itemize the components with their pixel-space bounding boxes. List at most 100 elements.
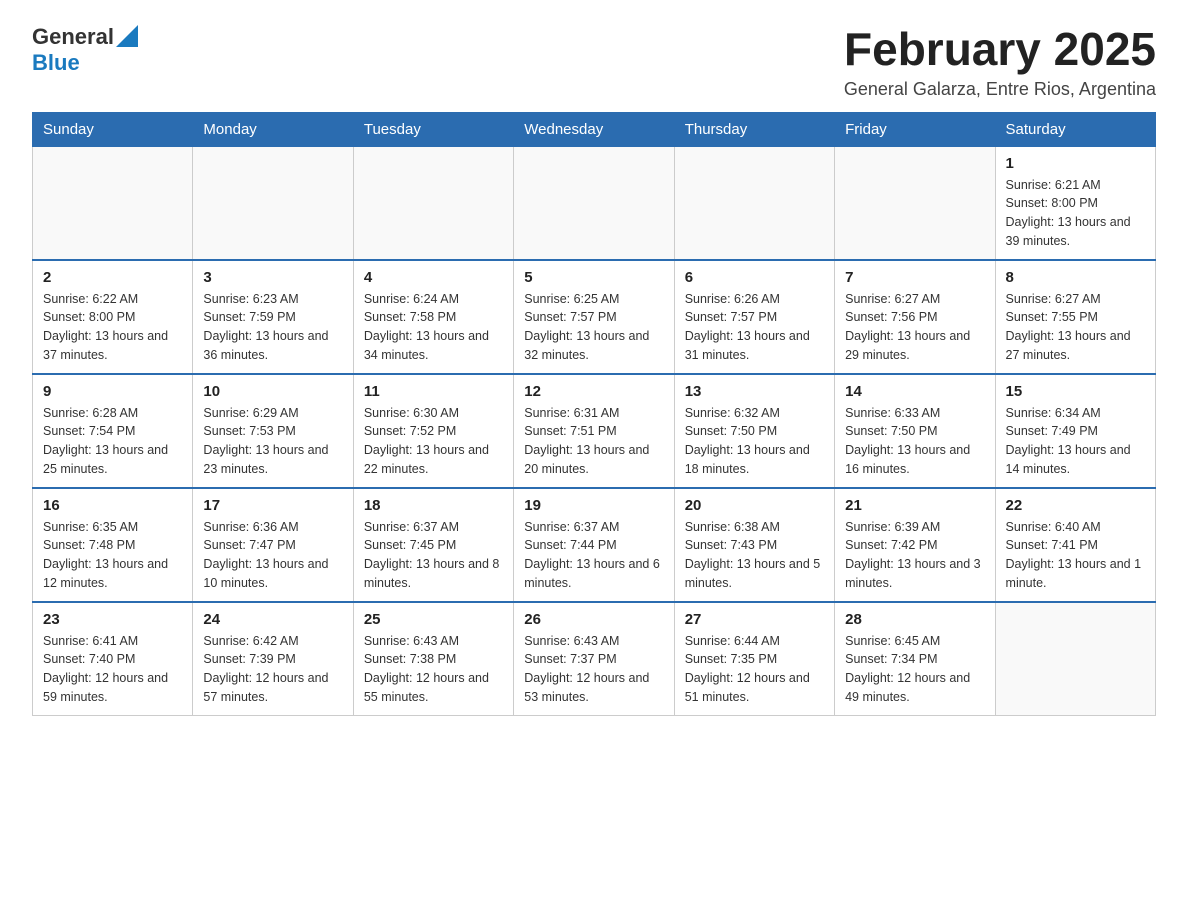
- calendar-cell: 27 Sunrise: 6:44 AMSunset: 7:35 PMDayligh…: [674, 602, 834, 716]
- calendar-cell: 12 Sunrise: 6:31 AMSunset: 7:51 PMDayligh…: [514, 374, 674, 488]
- calendar-cell: [353, 146, 513, 260]
- day-info: Sunrise: 6:21 AMSunset: 8:00 PMDaylight:…: [1006, 176, 1145, 251]
- calendar-cell: 8Sunrise: 6:27 AMSunset: 7:55 PMDaylight…: [995, 260, 1155, 374]
- day-number: 3: [203, 269, 342, 286]
- day-info: Sunrise: 6:44 AMSunset: 7:35 PMDaylight:…: [685, 632, 824, 707]
- calendar-header-thursday: Thursday: [674, 112, 834, 146]
- calendar-cell: 9Sunrise: 6:28 AMSunset: 7:54 PMDaylight…: [33, 374, 193, 488]
- logo-triangle-icon: [116, 25, 138, 47]
- calendar-week-row: 2 Sunrise: 6:22 AMSunset: 8:00 PMDaylight…: [33, 260, 1156, 374]
- day-info: Sunrise: 6:43 AMSunset: 7:38 PMDaylight:…: [364, 632, 503, 707]
- calendar-header-tuesday: Tuesday: [353, 112, 513, 146]
- calendar-cell: 2 Sunrise: 6:22 AMSunset: 8:00 PMDaylight…: [33, 260, 193, 374]
- calendar-cell: 24Sunrise: 6:42 AMSunset: 7:39 PMDayligh…: [193, 602, 353, 716]
- calendar-week-row: 23 Sunrise: 6:41 AMSunset: 7:40 PMDayligh…: [33, 602, 1156, 716]
- calendar-cell: 25 Sunrise: 6:43 AMSunset: 7:38 PMDayligh…: [353, 602, 513, 716]
- day-info: Sunrise: 6:30 AMSunset: 7:52 PMDaylight:…: [364, 404, 503, 479]
- day-number: 21: [845, 497, 984, 514]
- day-number: 14: [845, 383, 984, 400]
- calendar-cell: [33, 146, 193, 260]
- day-number: 10: [203, 383, 342, 400]
- day-number: 13: [685, 383, 824, 400]
- day-info: Sunrise: 6:33 AMSunset: 7:50 PMDaylight:…: [845, 404, 984, 479]
- calendar-cell: 10 Sunrise: 6:29 AMSunset: 7:53 PMDayligh…: [193, 374, 353, 488]
- day-info: Sunrise: 6:22 AMSunset: 8:00 PMDaylight:…: [43, 290, 182, 365]
- day-number: 4: [364, 269, 503, 286]
- calendar-cell: 21 Sunrise: 6:39 AMSunset: 7:42 PMDayligh…: [835, 488, 995, 602]
- calendar-cell: 13 Sunrise: 6:32 AMSunset: 7:50 PMDayligh…: [674, 374, 834, 488]
- calendar-cell: 4Sunrise: 6:24 AMSunset: 7:58 PMDaylight…: [353, 260, 513, 374]
- day-info: Sunrise: 6:45 AMSunset: 7:34 PMDaylight:…: [845, 632, 984, 707]
- day-info: Sunrise: 6:41 AMSunset: 7:40 PMDaylight:…: [43, 632, 182, 707]
- day-number: 16: [43, 497, 182, 514]
- day-info: Sunrise: 6:26 AMSunset: 7:57 PMDaylight:…: [685, 290, 824, 365]
- calendar-cell: [674, 146, 834, 260]
- calendar-cell: 11 Sunrise: 6:30 AMSunset: 7:52 PMDayligh…: [353, 374, 513, 488]
- calendar-cell: [193, 146, 353, 260]
- calendar-header-monday: Monday: [193, 112, 353, 146]
- calendar-cell: 15 Sunrise: 6:34 AMSunset: 7:49 PMDayligh…: [995, 374, 1155, 488]
- calendar-cell: 28 Sunrise: 6:45 AMSunset: 7:34 PMDayligh…: [835, 602, 995, 716]
- day-info: Sunrise: 6:27 AMSunset: 7:55 PMDaylight:…: [1006, 290, 1145, 365]
- calendar-cell: 20Sunrise: 6:38 AMSunset: 7:43 PMDayligh…: [674, 488, 834, 602]
- day-info: Sunrise: 6:37 AMSunset: 7:45 PMDaylight:…: [364, 518, 503, 593]
- calendar-header-saturday: Saturday: [995, 112, 1155, 146]
- day-number: 18: [364, 497, 503, 514]
- day-info: Sunrise: 6:40 AMSunset: 7:41 PMDaylight:…: [1006, 518, 1145, 593]
- day-number: 28: [845, 611, 984, 628]
- day-info: Sunrise: 6:32 AMSunset: 7:50 PMDaylight:…: [685, 404, 824, 479]
- calendar-table: SundayMondayTuesdayWednesdayThursdayFrid…: [32, 112, 1156, 716]
- calendar-cell: 7 Sunrise: 6:27 AMSunset: 7:56 PMDaylight…: [835, 260, 995, 374]
- calendar-cell: 22 Sunrise: 6:40 AMSunset: 7:41 PMDayligh…: [995, 488, 1155, 602]
- calendar-week-row: 9Sunrise: 6:28 AMSunset: 7:54 PMDaylight…: [33, 374, 1156, 488]
- day-info: Sunrise: 6:27 AMSunset: 7:56 PMDaylight:…: [845, 290, 984, 365]
- title-section: February 2025 General Galarza, Entre Rio…: [844, 24, 1156, 100]
- calendar-cell: 26Sunrise: 6:43 AMSunset: 7:37 PMDayligh…: [514, 602, 674, 716]
- logo-blue-text: Blue: [32, 50, 80, 75]
- calendar-header-row: SundayMondayTuesdayWednesdayThursdayFrid…: [33, 112, 1156, 146]
- day-info: Sunrise: 6:29 AMSunset: 7:53 PMDaylight:…: [203, 404, 342, 479]
- calendar-cell: 18 Sunrise: 6:37 AMSunset: 7:45 PMDayligh…: [353, 488, 513, 602]
- day-info: Sunrise: 6:34 AMSunset: 7:49 PMDaylight:…: [1006, 404, 1145, 479]
- day-number: 6: [685, 269, 824, 286]
- calendar-header-wednesday: Wednesday: [514, 112, 674, 146]
- day-number: 5: [524, 269, 663, 286]
- day-number: 15: [1006, 383, 1145, 400]
- day-info: Sunrise: 6:23 AMSunset: 7:59 PMDaylight:…: [203, 290, 342, 365]
- day-number: 9: [43, 383, 182, 400]
- calendar-cell: 17Sunrise: 6:36 AMSunset: 7:47 PMDayligh…: [193, 488, 353, 602]
- calendar-cell: [835, 146, 995, 260]
- day-number: 23: [43, 611, 182, 628]
- calendar-cell: 19Sunrise: 6:37 AMSunset: 7:44 PMDayligh…: [514, 488, 674, 602]
- logo: General Blue: [32, 24, 138, 76]
- calendar-cell: 1 Sunrise: 6:21 AMSunset: 8:00 PMDaylight…: [995, 146, 1155, 260]
- day-info: Sunrise: 6:38 AMSunset: 7:43 PMDaylight:…: [685, 518, 824, 593]
- calendar-cell: 3 Sunrise: 6:23 AMSunset: 7:59 PMDaylight…: [193, 260, 353, 374]
- day-number: 1: [1006, 155, 1145, 172]
- day-number: 2: [43, 269, 182, 286]
- calendar-cell: [514, 146, 674, 260]
- day-number: 27: [685, 611, 824, 628]
- day-info: Sunrise: 6:31 AMSunset: 7:51 PMDaylight:…: [524, 404, 663, 479]
- calendar-header-sunday: Sunday: [33, 112, 193, 146]
- calendar-cell: [995, 602, 1155, 716]
- day-info: Sunrise: 6:39 AMSunset: 7:42 PMDaylight:…: [845, 518, 984, 593]
- calendar-week-row: 1 Sunrise: 6:21 AMSunset: 8:00 PMDaylight…: [33, 146, 1156, 260]
- day-number: 17: [203, 497, 342, 514]
- day-info: Sunrise: 6:35 AMSunset: 7:48 PMDaylight:…: [43, 518, 182, 593]
- day-number: 11: [364, 383, 503, 400]
- calendar-cell: 23 Sunrise: 6:41 AMSunset: 7:40 PMDayligh…: [33, 602, 193, 716]
- calendar-header-friday: Friday: [835, 112, 995, 146]
- month-title: February 2025: [844, 24, 1156, 75]
- day-number: 7: [845, 269, 984, 286]
- calendar-cell: 5 Sunrise: 6:25 AMSunset: 7:57 PMDaylight…: [514, 260, 674, 374]
- logo-general-text: General: [32, 24, 114, 50]
- day-number: 26: [524, 611, 663, 628]
- day-number: 22: [1006, 497, 1145, 514]
- page-header: General Blue February 2025 General Galar…: [32, 24, 1156, 100]
- day-info: Sunrise: 6:42 AMSunset: 7:39 PMDaylight:…: [203, 632, 342, 707]
- calendar-cell: 14 Sunrise: 6:33 AMSunset: 7:50 PMDayligh…: [835, 374, 995, 488]
- day-number: 12: [524, 383, 663, 400]
- day-number: 25: [364, 611, 503, 628]
- day-info: Sunrise: 6:25 AMSunset: 7:57 PMDaylight:…: [524, 290, 663, 365]
